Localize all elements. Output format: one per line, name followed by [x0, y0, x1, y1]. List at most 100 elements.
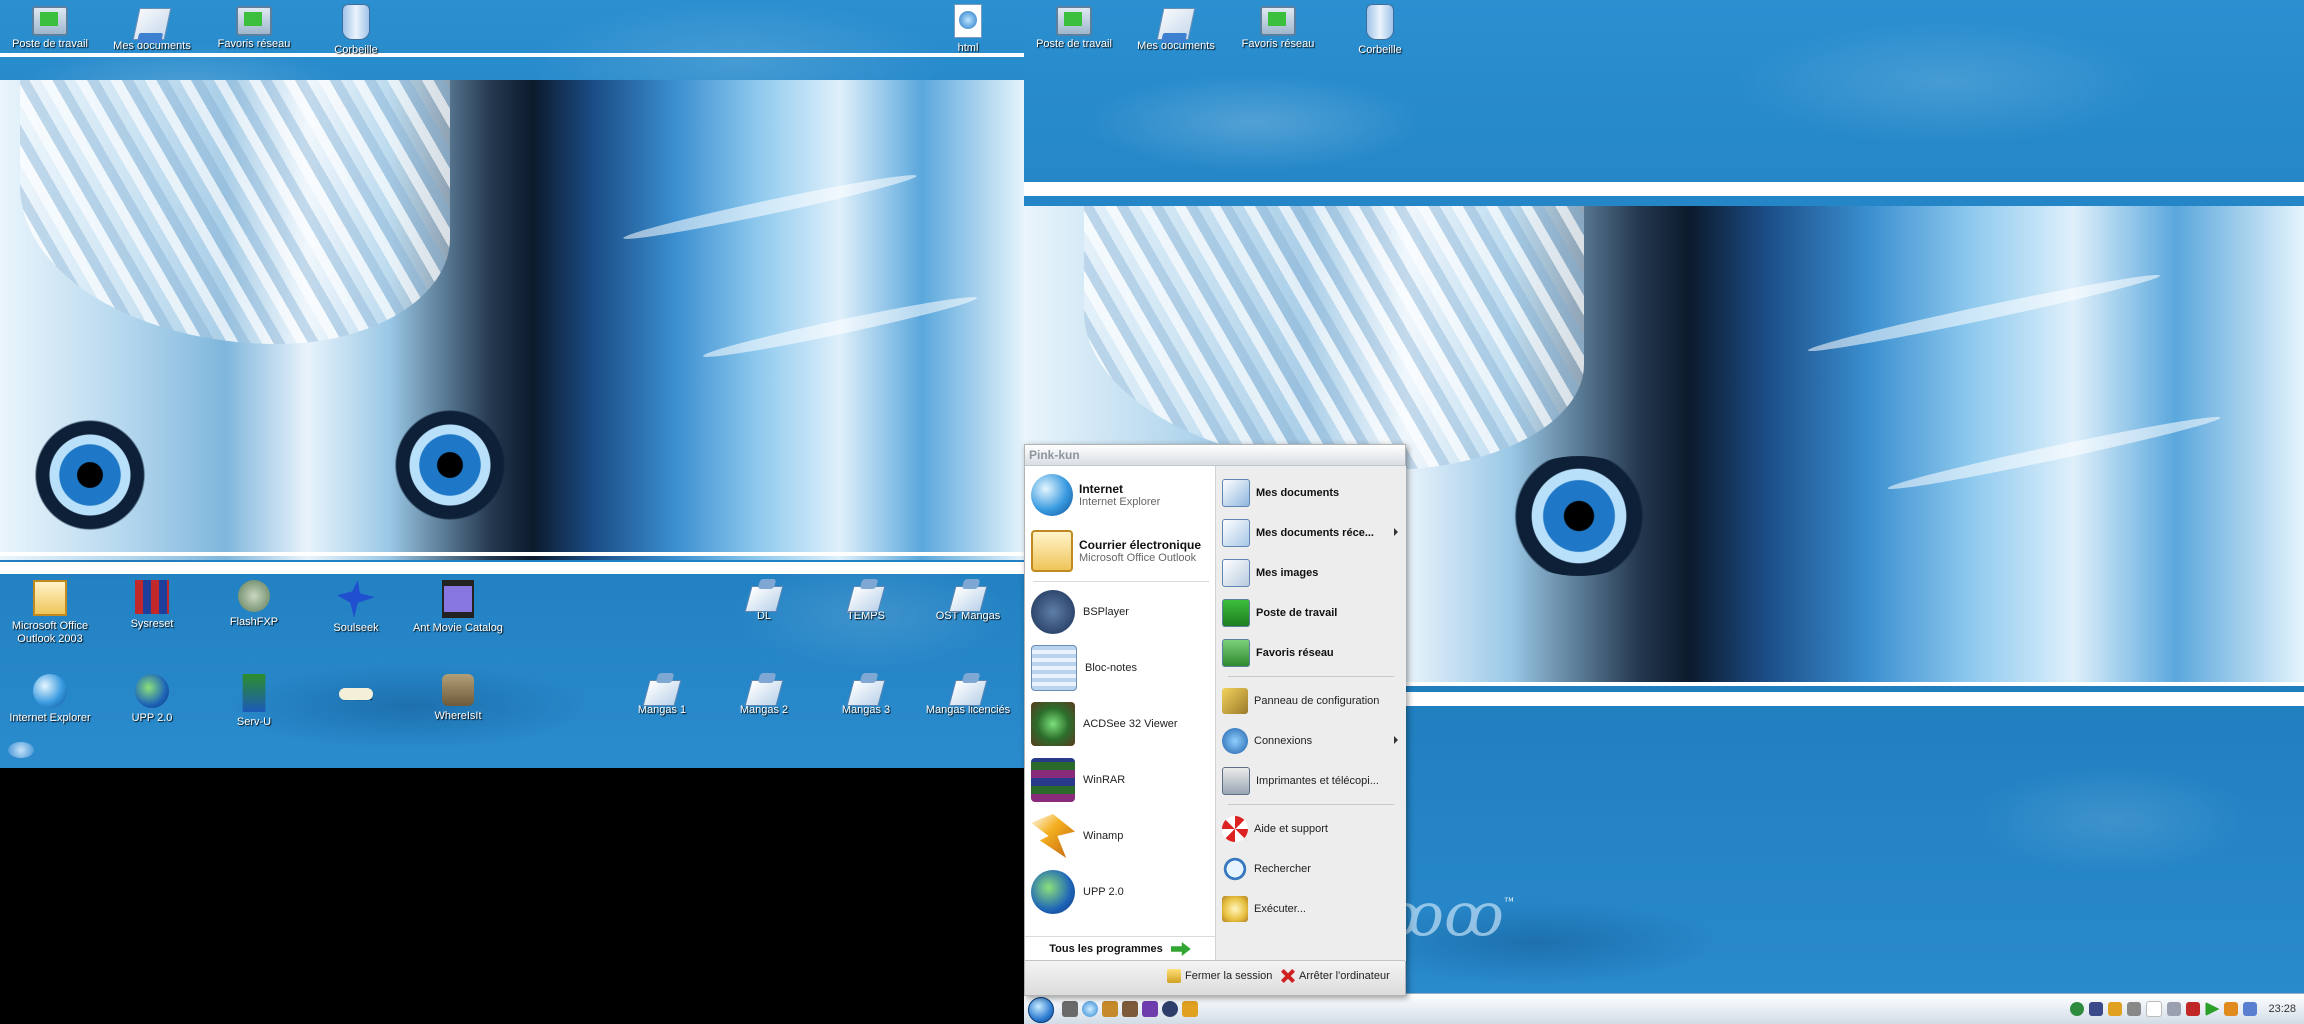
menu-item-panneau-de-configuration[interactable]: Panneau de configuration — [1222, 684, 1402, 718]
desktop-icon-flashfxp[interactable]: FlashFXP — [206, 580, 302, 629]
show-desktop-icon[interactable] — [1062, 1001, 1078, 1017]
desktop-icon-mangas-3[interactable]: Mangas 3 — [818, 674, 914, 717]
separator — [1033, 581, 1209, 582]
menu-item-mes-images[interactable]: Mes images — [1222, 556, 1402, 590]
desktop-icon-sysreset[interactable]: Sysreset — [104, 580, 200, 631]
logoff-label: Fermer la session — [1185, 970, 1273, 982]
winamp-icon[interactable] — [1182, 1001, 1198, 1017]
menu-item-mes-documents[interactable]: Mes documents — [1222, 476, 1402, 510]
icon-label: Ant Movie Catalog — [413, 622, 503, 634]
menu-item-rechercher[interactable]: Rechercher — [1222, 852, 1402, 886]
tray-app-icon[interactable] — [2108, 1002, 2123, 1016]
desktop-icon-favoris-reseau[interactable]: Favoris réseau — [206, 4, 302, 51]
whereisit-icon — [442, 674, 474, 706]
program-winrar[interactable]: WinRAR — [1031, 754, 1211, 806]
tray-app-icon[interactable] — [2127, 1002, 2142, 1016]
logoff-button[interactable]: Fermer la session — [1167, 969, 1272, 983]
tray-app-icon[interactable] — [2167, 1002, 2182, 1016]
quicklaunch-app-icon[interactable] — [1142, 1001, 1158, 1017]
all-programs-button[interactable]: Tous les programmes — [1025, 936, 1215, 961]
desktop-icon-poste-de-travail[interactable]: Poste de travail — [1026, 4, 1122, 51]
menu-item-documents-recents[interactable]: Mes documents réce... — [1222, 516, 1402, 550]
tray-network-icon[interactable] — [2089, 1002, 2104, 1016]
flashfxp-icon — [238, 580, 270, 612]
pinned-subtitle: Internet Explorer — [1079, 496, 1161, 508]
menu-item-label: Mes documents — [1256, 487, 1340, 499]
pinned-email[interactable]: Courrier électronique Microsoft Office O… — [1031, 526, 1211, 576]
tray-status-icon[interactable] — [2070, 1002, 2085, 1016]
desktop-icon-grabit[interactable]: GrabIt — [308, 674, 404, 703]
left-eye — [20, 420, 160, 530]
tray-blank-icon[interactable] — [2146, 1001, 2163, 1017]
quicklaunch-app-icon[interactable] — [1102, 1001, 1118, 1017]
desktop-icon-poste-de-travail[interactable]: Poste de travail — [2, 4, 98, 51]
desktop-icon-temps[interactable]: TEMPS — [818, 580, 914, 623]
program-winamp[interactable]: Winamp — [1031, 810, 1211, 862]
menu-item-aide-et-support[interactable]: Aide et support — [1222, 812, 1402, 846]
start-menu: Pink-kun Internet Internet Explorer Cour… — [1024, 444, 1406, 996]
desktop-icon-dl[interactable]: DL — [716, 580, 812, 623]
tray-volume-icon[interactable] — [2243, 1002, 2258, 1016]
pictures-icon — [1222, 559, 1250, 587]
start-button[interactable] — [1028, 997, 1054, 1023]
pinned-internet[interactable]: Internet Internet Explorer — [1031, 470, 1211, 520]
desktop-icon-mangas-1[interactable]: Mangas 1 — [614, 674, 710, 717]
program-bsplayer[interactable]: BSPlayer — [1031, 586, 1211, 638]
right-eye — [1494, 456, 1664, 576]
start-menu-left-pane: Internet Internet Explorer Courrier élec… — [1025, 466, 1215, 961]
winamp-icon — [1031, 814, 1075, 858]
desktop-icon-soulseek[interactable]: Soulseek — [308, 580, 404, 635]
program-label: UPP 2.0 — [1083, 886, 1124, 898]
desktop-icon-whereisit[interactable]: WhereIsIt — [410, 674, 506, 723]
grabit-icon — [339, 688, 373, 700]
upp-icon — [1031, 870, 1075, 914]
desktop-icon-serv-u[interactable]: Serv-U — [206, 674, 302, 729]
network-icon — [236, 6, 272, 36]
shutdown-button[interactable]: Arrêter l'ordinateur — [1281, 969, 1390, 983]
program-label: ACDSee 32 Viewer — [1083, 718, 1178, 730]
desktop-icon-favoris-reseau[interactable]: Favoris réseau — [1230, 4, 1326, 51]
desktop-icon-ost-mangas[interactable]: OST Mangas — [920, 580, 1016, 623]
program-upp[interactable]: UPP 2.0 — [1031, 866, 1211, 918]
menu-item-imprimantes[interactable]: Imprimantes et télécopi... — [1222, 764, 1402, 798]
tray-zonealarm-icon[interactable] — [2224, 1002, 2239, 1016]
right-eye — [380, 410, 520, 520]
menu-item-poste-de-travail[interactable]: Poste de travail — [1222, 596, 1402, 630]
desktop-icon-mes-documents[interactable]: Mes documents — [1128, 4, 1224, 53]
computer-icon — [1056, 6, 1092, 36]
desktop-icon-html[interactable]: html — [920, 4, 1016, 55]
quicklaunch-app-icon[interactable] — [1122, 1001, 1138, 1017]
submenu-arrow-icon — [1394, 736, 1398, 744]
icon-label: Serv-U — [236, 716, 272, 728]
upp-icon — [135, 674, 169, 708]
desktop-icon-outlook-2003[interactable]: Microsoft Office Outlook 2003 — [2, 580, 98, 646]
recycle-bin-icon — [342, 4, 370, 40]
desktop-icon-mangas-2[interactable]: Mangas 2 — [716, 674, 812, 717]
desktop-icon-corbeille[interactable]: Corbeille — [1332, 4, 1428, 57]
desktop-icon-upp[interactable]: UPP 2.0 — [104, 674, 200, 725]
icon-label: UPP 2.0 — [131, 712, 173, 724]
desktop-icon-ant-movie-catalog[interactable]: Ant Movie Catalog — [410, 580, 506, 635]
hair-streak — [621, 168, 919, 246]
desktop-icon-mes-documents[interactable]: Mes documents — [104, 4, 200, 53]
internet-explorer-icon[interactable] — [1082, 1001, 1098, 1017]
connections-icon — [1222, 728, 1248, 754]
network-folder-icon — [948, 586, 988, 612]
menu-item-favoris-reseau[interactable]: Favoris réseau — [1222, 636, 1402, 670]
tray-antivirus-icon[interactable] — [2186, 1002, 2201, 1016]
tray-play-icon[interactable] — [2205, 1002, 2220, 1016]
program-acdsee[interactable]: ACDSee 32 Viewer — [1031, 698, 1211, 750]
menu-item-label: Rechercher — [1254, 863, 1311, 875]
white-stripe — [0, 552, 1024, 556]
desktop-icon-mangas-licencies[interactable]: Mangas licenciés — [920, 674, 1016, 717]
desktop-icon-corbeille[interactable]: Corbeille — [308, 4, 404, 57]
clock[interactable]: 23:28 — [2268, 1003, 2296, 1015]
menu-item-label: Poste de travail — [1256, 607, 1338, 619]
menu-item-connexions[interactable]: Connexions — [1222, 724, 1402, 758]
program-bloc-notes[interactable]: Bloc-notes — [1031, 642, 1211, 694]
hair-streak — [701, 291, 979, 363]
desktop-icon-internet-explorer[interactable]: Internet Explorer — [2, 674, 98, 725]
menu-item-executer[interactable]: Exécuter... — [1222, 892, 1402, 926]
quicklaunch-app-icon[interactable] — [1162, 1001, 1178, 1017]
menu-item-label: Imprimantes et télécopi... — [1256, 775, 1379, 787]
